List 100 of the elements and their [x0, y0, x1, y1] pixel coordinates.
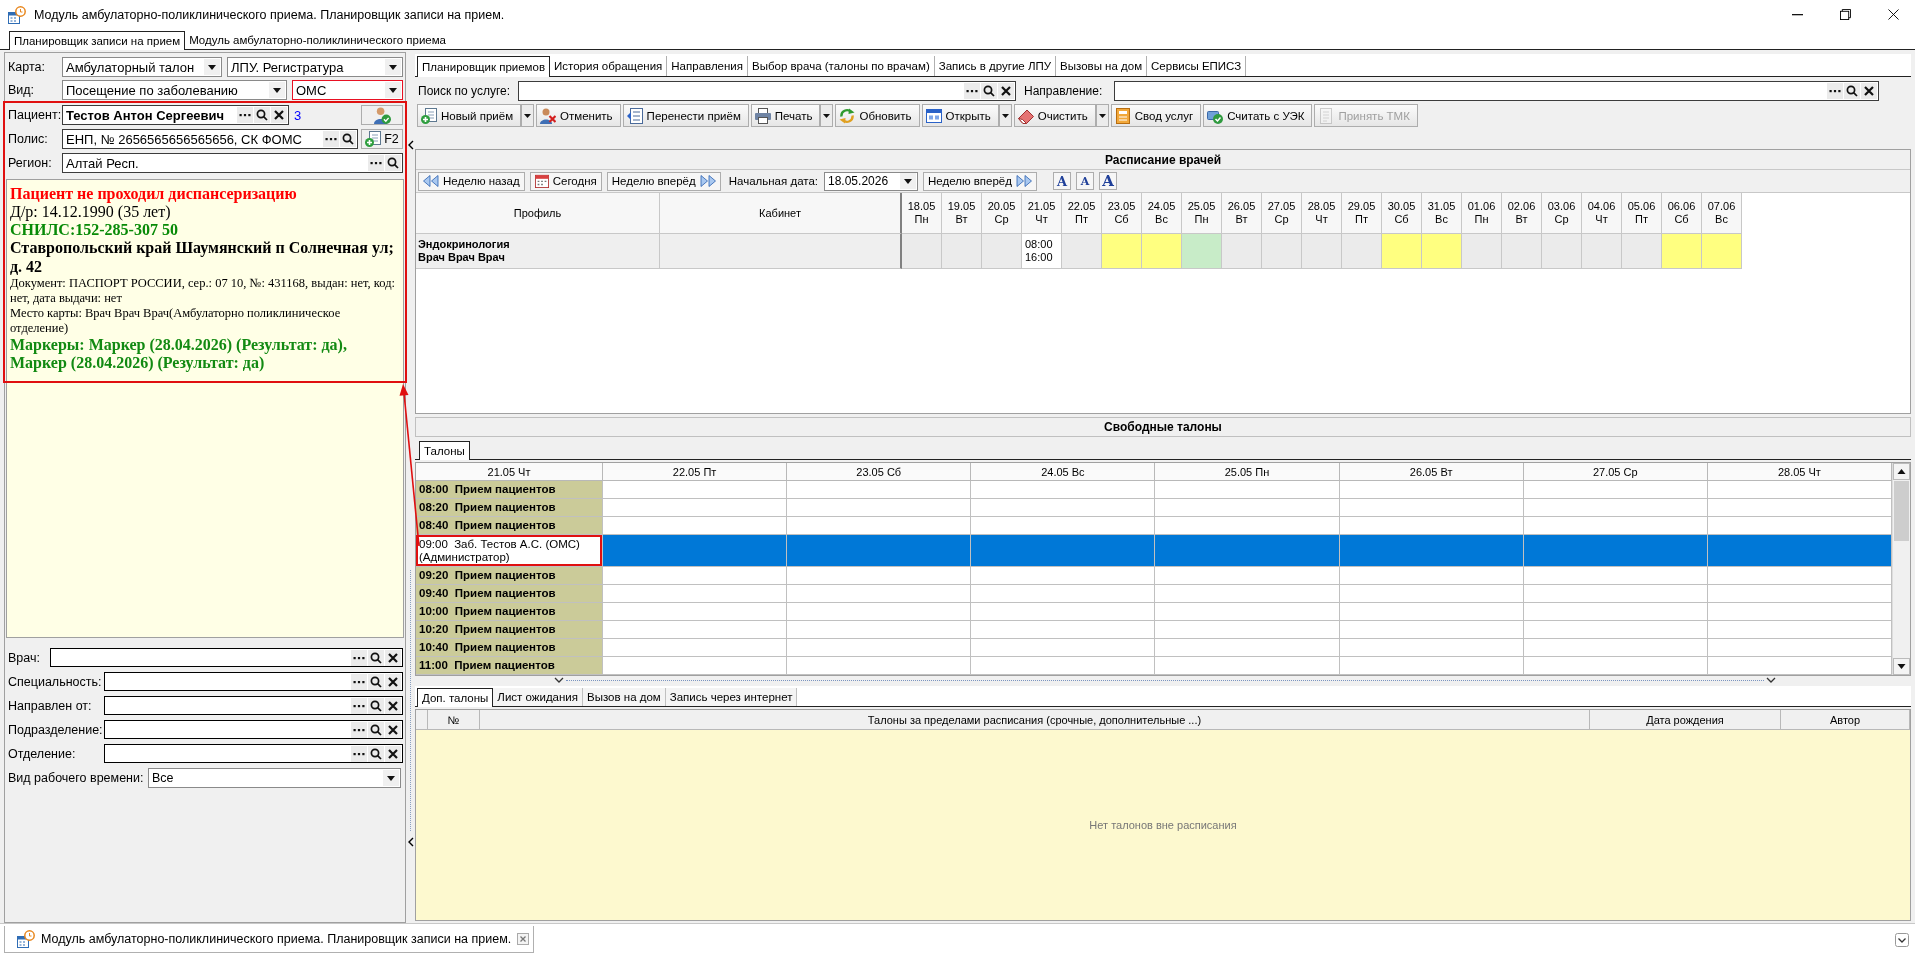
ellipsis-icon[interactable]: [237, 107, 253, 123]
scroll-up-icon[interactable]: [1893, 463, 1910, 480]
toolbar-button[interactable]: Открыть: [921, 104, 999, 127]
table-row[interactable]: 09:00 Заб. Тестов А.С. (ОМС) (Администратор): [416, 535, 1892, 567]
slot-cell[interactable]: 10:00 Прием пациентов: [416, 603, 603, 621]
input-field[interactable]: [104, 696, 403, 715]
table-row[interactable]: 09:40 Прием пациентов: [416, 585, 1892, 603]
toolbar-button[interactable]: Перенести приём: [622, 104, 749, 127]
font-size-button[interactable]: A: [1052, 172, 1071, 190]
slot-cell[interactable]: 11:00 Прием пациентов: [416, 657, 603, 675]
search-icon[interactable]: [1844, 83, 1860, 99]
input-field[interactable]: [104, 720, 403, 739]
clear-icon[interactable]: [385, 673, 401, 690]
slot-cell[interactable]: 08:20 Прием пациентов: [416, 499, 603, 517]
ellipsis-icon[interactable]: [351, 721, 367, 738]
clear-icon[interactable]: [998, 83, 1014, 99]
search-icon[interactable]: [340, 131, 356, 147]
window-tab[interactable]: Модуль амбулаторно-поликлинического приема. Планировщик записи на прием.: [4, 926, 535, 953]
schedule-cell[interactable]: [1582, 234, 1622, 269]
toolbar-button[interactable]: Очистить: [1013, 104, 1096, 127]
toolbar-button[interactable]: Печать: [750, 104, 821, 127]
schedule-cell[interactable]: [1222, 234, 1262, 269]
restore-icon[interactable]: [1840, 9, 1851, 20]
slot-cell[interactable]: 10:20 Прием пациентов: [416, 621, 603, 639]
search-icon[interactable]: [368, 745, 384, 762]
caret-icon[interactable]: [383, 770, 399, 786]
table-row[interactable]: 08:00 Прием пациентов: [416, 481, 1892, 499]
slot-cell[interactable]: 08:40 Прием пациентов: [416, 517, 603, 535]
search-field[interactable]: [1114, 81, 1879, 101]
close-icon[interactable]: [1888, 9, 1899, 20]
policy-field[interactable]: ЕНП, № 2656565656565656, СК ФОМС: [62, 129, 358, 149]
schedule-cell[interactable]: [1262, 234, 1302, 269]
chevron-left-icon[interactable]: [407, 140, 414, 150]
schedule-cell[interactable]: [1662, 234, 1702, 269]
toolbar-button[interactable]: Отменить: [536, 104, 621, 127]
dropdown-field[interactable]: Все: [148, 768, 401, 788]
caret-icon[interactable]: [900, 173, 916, 189]
schedule-cell[interactable]: [1422, 234, 1462, 269]
schedule-cell[interactable]: [1382, 234, 1422, 269]
user-button[interactable]: [361, 105, 403, 125]
font-size-button[interactable]: A: [1098, 172, 1117, 190]
clear-icon[interactable]: [271, 107, 287, 123]
clear-icon[interactable]: [385, 649, 401, 666]
toolbar-button[interactable]: Новый приём: [417, 104, 522, 127]
slot-cell[interactable]: 09:00 Заб. Тестов А.С. (ОМС) (Администратор): [416, 535, 603, 567]
input-field[interactable]: [104, 744, 403, 763]
today-button[interactable]: Сегодня: [529, 171, 602, 191]
tab[interactable]: Талоны: [419, 441, 470, 460]
scroll-thumb[interactable]: [1894, 481, 1909, 541]
chevron-down-icon[interactable]: [554, 677, 564, 683]
schedule-cell[interactable]: [1702, 234, 1742, 269]
schedule-cell[interactable]: [1102, 234, 1142, 269]
schedule-cell[interactable]: [1622, 234, 1662, 269]
clear-icon[interactable]: [385, 745, 401, 762]
input-field[interactable]: [104, 672, 403, 691]
table-row[interactable]: 10:40 Прием пациентов: [416, 639, 1892, 657]
table-row[interactable]: 10:20 Прием пациентов: [416, 621, 1892, 639]
tab[interactable]: Запись через интернет: [665, 688, 798, 706]
table-row[interactable]: 09:20 Прием пациентов: [416, 567, 1892, 585]
week-forward-button[interactable]: Неделю вперёд: [606, 171, 721, 191]
toolbar-button[interactable]: Считать с УЭК: [1203, 104, 1313, 127]
slot-cell[interactable]: 08:00 Прием пациентов: [416, 481, 603, 499]
search-icon[interactable]: [254, 107, 270, 123]
f2-button[interactable]: F2: [361, 129, 403, 149]
chevron-left-icon[interactable]: [407, 837, 414, 847]
slot-cell[interactable]: 09:20 Прием пациентов: [416, 567, 603, 585]
profile-cell[interactable]: Эндокринология Врач Врач Врач: [416, 234, 660, 269]
caret-icon[interactable]: [204, 59, 220, 75]
dropdown-field[interactable]: ОМС: [292, 80, 403, 100]
search-icon[interactable]: [981, 83, 997, 99]
schedule-cell[interactable]: [902, 234, 942, 269]
toolbar-button[interactable]: Обновить: [835, 104, 920, 127]
dropdown-field[interactable]: Посещение по заболеванию: [62, 80, 287, 100]
table-row[interactable]: 08:20 Прием пациентов: [416, 499, 1892, 517]
slot-cell[interactable]: 09:40 Прием пациентов: [416, 585, 603, 603]
schedule-cell[interactable]: [1062, 234, 1102, 269]
ellipsis-icon[interactable]: [351, 745, 367, 762]
date-field[interactable]: 18.05.2026: [824, 171, 918, 191]
clear-icon[interactable]: [1861, 83, 1877, 99]
clear-icon[interactable]: [385, 697, 401, 714]
table-row[interactable]: 08:40 Прием пациентов: [416, 517, 1892, 535]
schedule-cell[interactable]: [1342, 234, 1382, 269]
dropdown-button[interactable]: [820, 104, 834, 127]
minimize-icon[interactable]: [1792, 13, 1803, 16]
schedule-cell[interactable]: [1142, 234, 1182, 269]
search-icon[interactable]: [368, 697, 384, 714]
scroll-down-icon[interactable]: [1893, 658, 1910, 675]
chevron-down-icon[interactable]: [1895, 932, 1909, 947]
schedule-cell[interactable]: [1462, 234, 1502, 269]
week-forward-button[interactable]: Неделю вперёд: [923, 171, 1037, 191]
chevron-down-icon[interactable]: [1766, 677, 1776, 683]
caret-icon[interactable]: [385, 59, 401, 75]
table-row[interactable]: 10:00 Прием пациентов: [416, 603, 1892, 621]
schedule-cell[interactable]: [982, 234, 1022, 269]
scrollbar[interactable]: [1892, 463, 1910, 675]
search-icon[interactable]: [368, 649, 384, 666]
tab[interactable]: Планировщик приемов: [417, 56, 550, 77]
caret-icon[interactable]: [269, 82, 285, 98]
patient-field[interactable]: Тестов Антон Сергеевич: [62, 105, 289, 125]
toolbar-button[interactable]: Свод услуг: [1110, 104, 1202, 127]
